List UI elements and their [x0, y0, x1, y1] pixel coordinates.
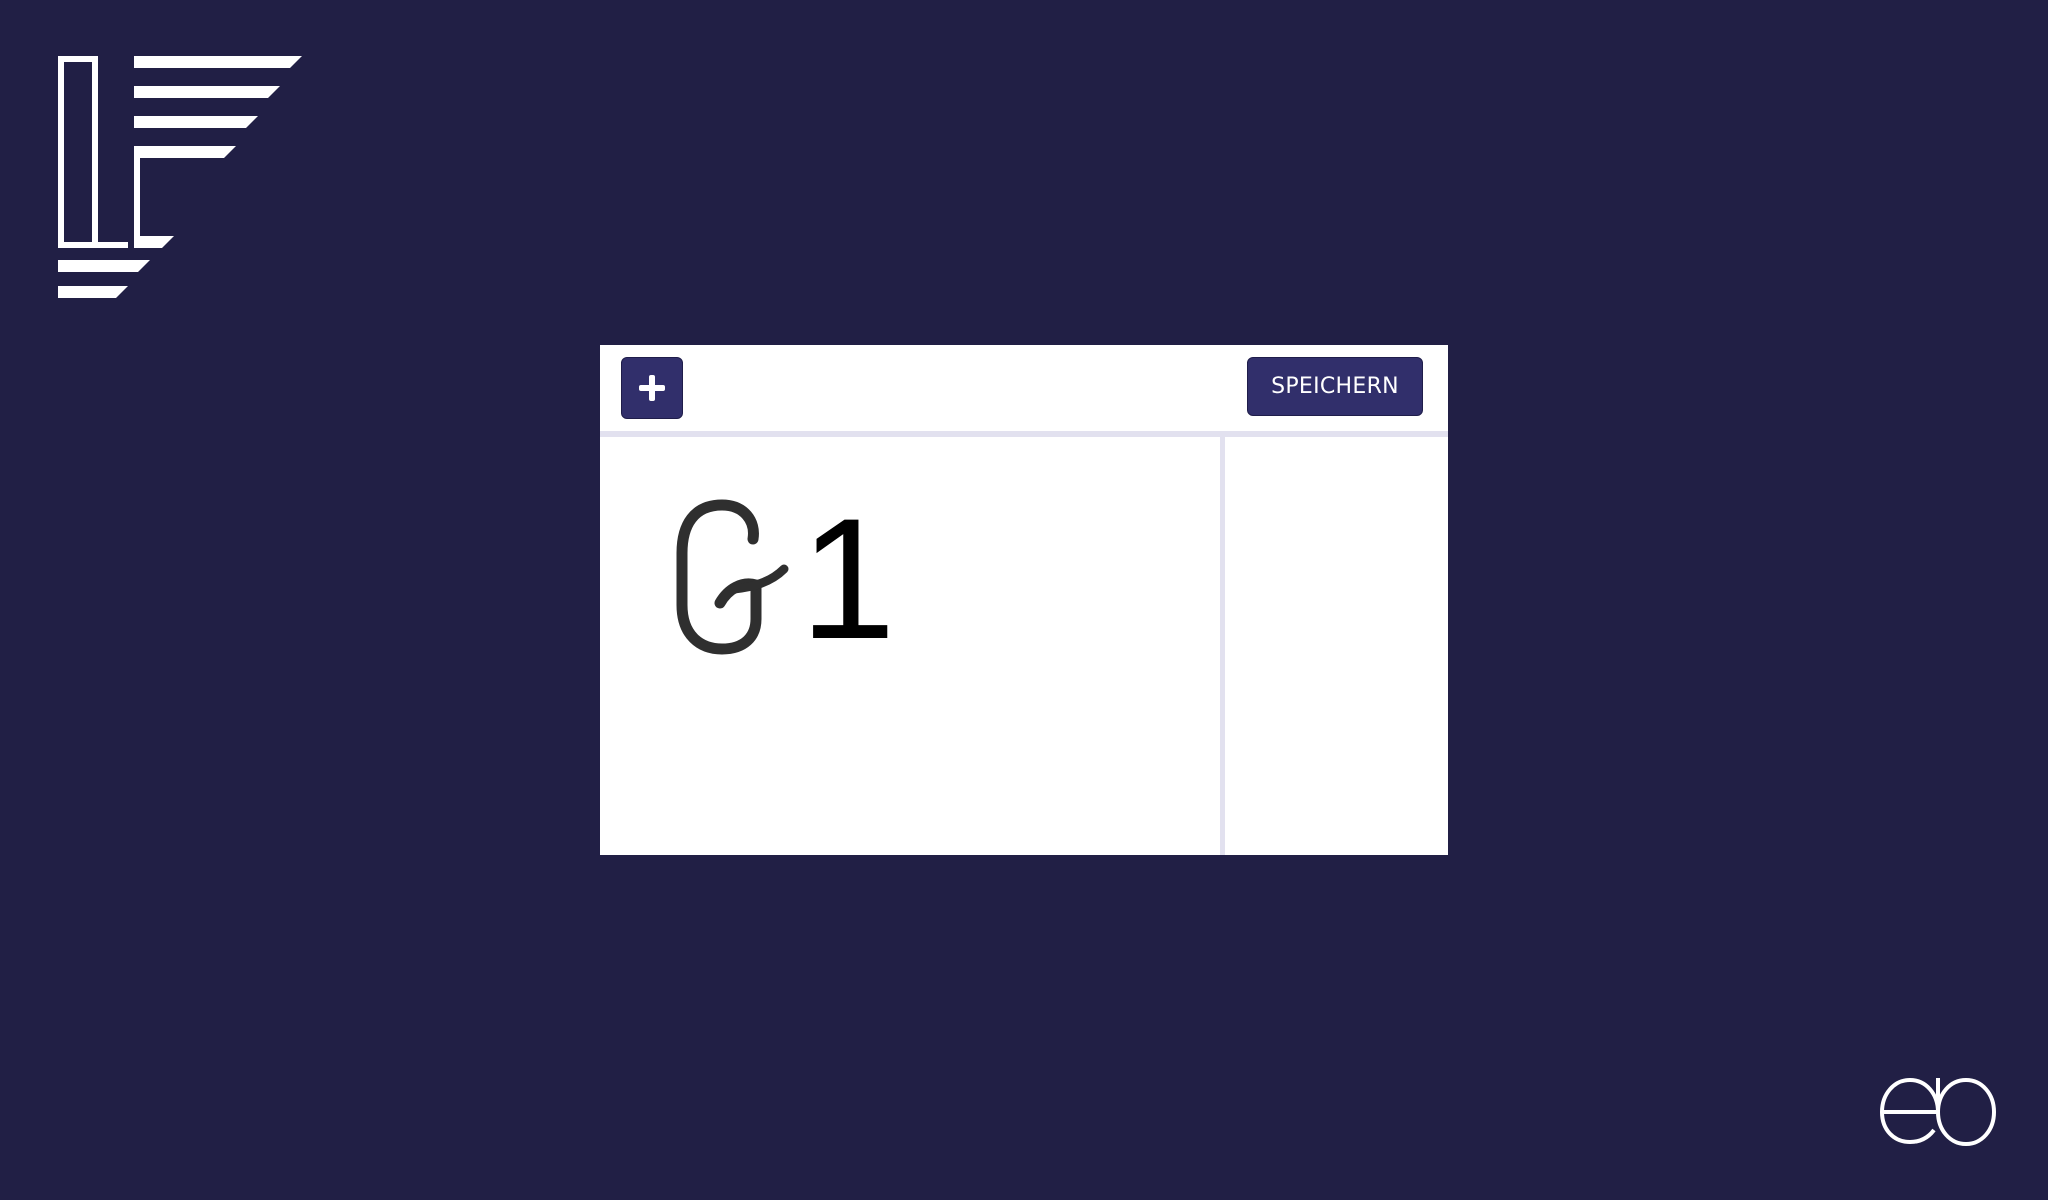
toolbar: SPEICHERN [600, 345, 1448, 437]
brand-logo [58, 56, 302, 298]
add-button[interactable] [621, 357, 683, 419]
side-panel [1225, 437, 1448, 855]
drawing-canvas[interactable]: 1 [600, 437, 1220, 855]
app-window: SPEICHERN 1 [600, 345, 1448, 855]
plus-icon [639, 375, 665, 401]
page: SPEICHERN 1 [0, 0, 2048, 1200]
save-button[interactable]: SPEICHERN [1247, 357, 1423, 416]
handwritten-glyph [676, 499, 789, 655]
corner-logo [1879, 1077, 1997, 1147]
typed-glyph: 1 [800, 483, 896, 675]
